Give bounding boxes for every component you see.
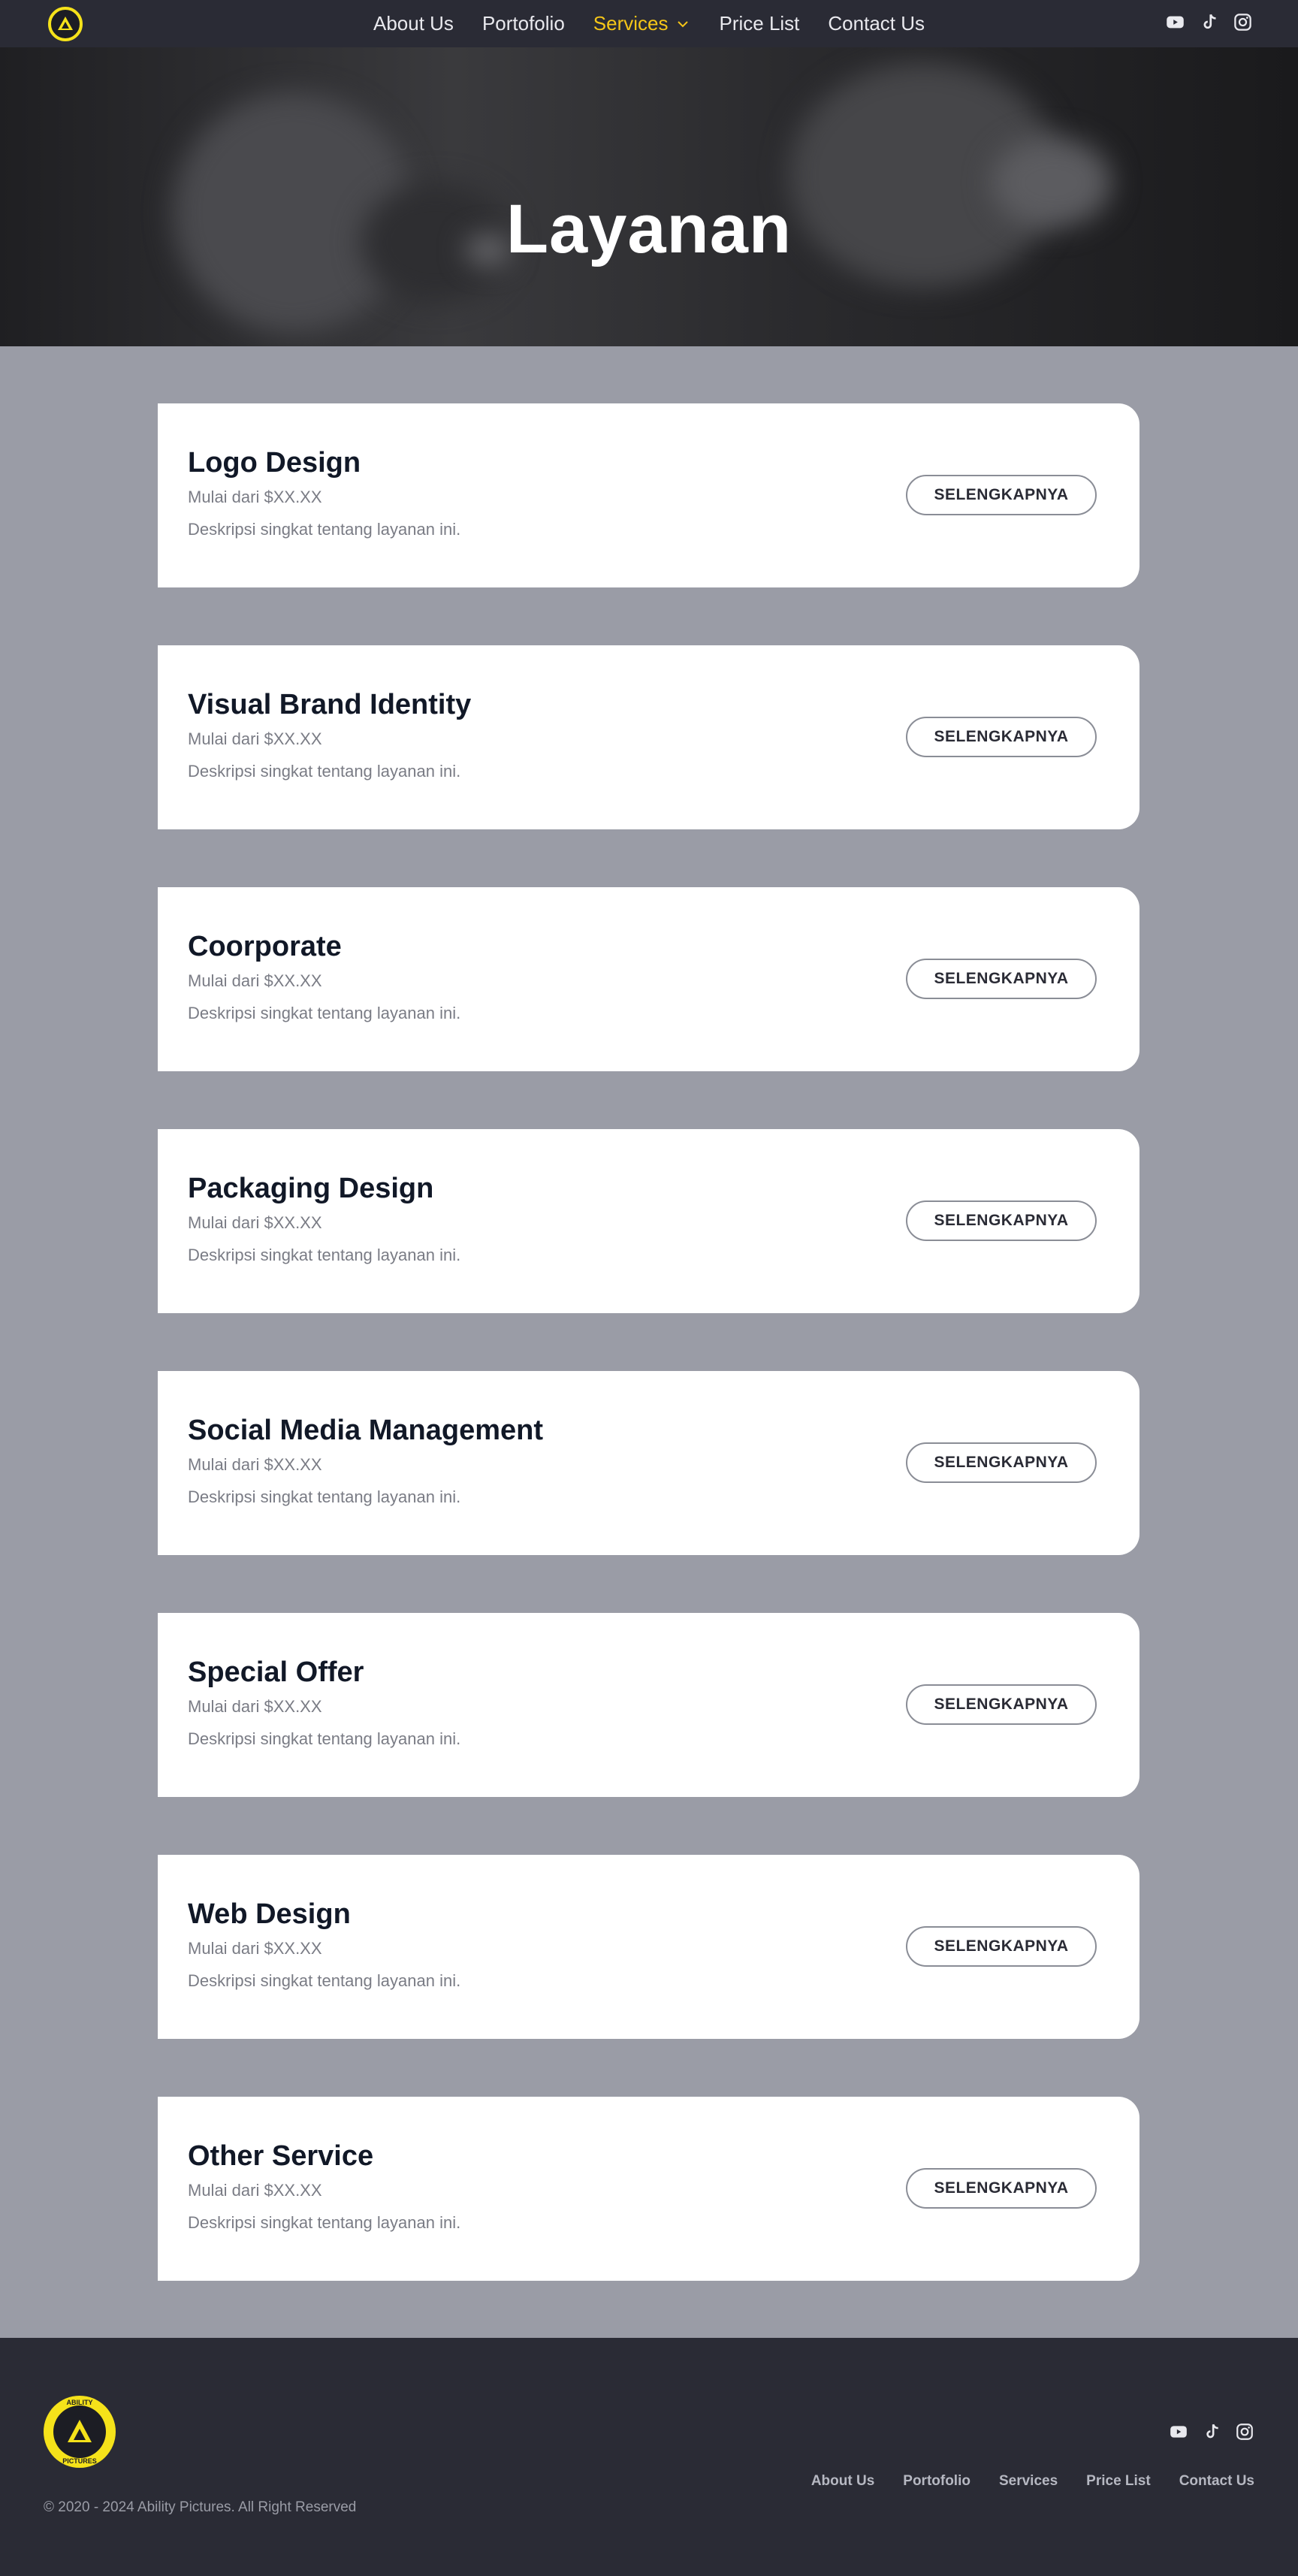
youtube-icon[interactable]: [1169, 2422, 1188, 2442]
service-price: Mulai dari $XX.XX: [188, 1939, 322, 1958]
service-description: Deskripsi singkat tentang layanan ini.: [188, 1487, 461, 1506]
brand-logo-icon: [68, 2420, 92, 2442]
main-nav: About Us Portofolio Services Price List …: [0, 0, 1298, 47]
service-description: Deskripsi singkat tentang layanan ini.: [188, 1729, 461, 1748]
nav-services[interactable]: Services: [593, 12, 691, 35]
service-description: Deskripsi singkat tentang layanan ini.: [188, 2213, 461, 2232]
service-card: Special Offer Mulai dari $XX.XX Deskrips…: [158, 1613, 1140, 1797]
service-card: Packaging Design Mulai dari $XX.XX Deskr…: [158, 1129, 1140, 1313]
footer-logo-mark: [53, 2405, 106, 2458]
service-price: Mulai dari $XX.XX: [188, 1697, 322, 1716]
footer-social-links: [1169, 2422, 1254, 2442]
nav-about-us[interactable]: About Us: [373, 12, 454, 35]
service-price: Mulai dari $XX.XX: [188, 729, 322, 748]
service-description: Deskripsi singkat tentang layanan ini.: [188, 1004, 461, 1022]
nav-services-label: Services: [593, 12, 669, 35]
learn-more-button[interactable]: SELENGKAPNYA: [906, 2168, 1097, 2209]
service-title: Social Media Management: [188, 1415, 544, 1446]
service-title: Packaging Design: [188, 1173, 434, 1204]
learn-more-button[interactable]: SELENGKAPNYA: [906, 1926, 1097, 1967]
chevron-down-icon: [678, 20, 689, 27]
service-description: Deskripsi singkat tentang layanan ini.: [188, 762, 461, 781]
service-price: Mulai dari $XX.XX: [188, 1213, 322, 1232]
nav-social-links: [1165, 12, 1253, 32]
footer-logo[interactable]: ABILITY PICTURES: [44, 2396, 116, 2468]
service-card: Visual Brand Identity Mulai dari $XX.XX …: [158, 645, 1140, 829]
service-title: Visual Brand Identity: [188, 689, 472, 720]
service-title: Web Design: [188, 1898, 351, 1930]
nav-contact-us-label: Contact Us: [828, 12, 925, 35]
service-card: Logo Design Mulai dari $XX.XX Deskripsi …: [158, 403, 1140, 587]
footer-link-portofolio[interactable]: Portofolio: [903, 2473, 970, 2490]
service-card: Web Design Mulai dari $XX.XX Deskripsi s…: [158, 1855, 1140, 2039]
footer-link-contact-us[interactable]: Contact Us: [1179, 2473, 1254, 2490]
service-price: Mulai dari $XX.XX: [188, 488, 322, 506]
services-list: Logo Design Mulai dari $XX.XX Deskripsi …: [0, 346, 1298, 2338]
footer-link-price-list[interactable]: Price List: [1086, 2473, 1151, 2490]
nav-price-list[interactable]: Price List: [719, 12, 799, 35]
footer-nav: About Us Portofolio Services Price List …: [811, 2473, 1254, 2490]
learn-more-button[interactable]: SELENGKAPNYA: [906, 959, 1097, 999]
learn-more-button[interactable]: SELENGKAPNYA: [906, 717, 1097, 757]
footer-link-services[interactable]: Services: [999, 2473, 1058, 2490]
instagram-icon[interactable]: [1233, 12, 1253, 32]
page-title: Layanan: [506, 191, 792, 267]
nav-contact-us[interactable]: Contact Us: [828, 12, 925, 35]
learn-more-button[interactable]: SELENGKAPNYA: [906, 475, 1097, 515]
service-card: Other Service Mulai dari $XX.XX Deskrips…: [158, 2097, 1140, 2281]
instagram-icon[interactable]: [1235, 2422, 1254, 2442]
service-card: Social Media Management Mulai dari $XX.X…: [158, 1371, 1140, 1555]
service-card: Coorporate Mulai dari $XX.XX Deskripsi s…: [158, 887, 1140, 1071]
nav-price-list-label: Price List: [719, 12, 800, 35]
nav-portofolio[interactable]: Portofolio: [482, 12, 565, 35]
service-description: Deskripsi singkat tentang layanan ini.: [188, 520, 461, 539]
service-title: Special Offer: [188, 1656, 364, 1688]
navbar: About Us Portofolio Services Price List …: [0, 0, 1298, 47]
hero-banner: Layanan: [0, 47, 1298, 346]
footer-logo-text-bottom: PICTURES: [62, 2457, 97, 2465]
service-price: Mulai dari $XX.XX: [188, 971, 322, 990]
service-title: Logo Design: [188, 447, 361, 479]
youtube-icon[interactable]: [1165, 12, 1185, 32]
service-title: Other Service: [188, 2140, 374, 2172]
footer: ABILITY PICTURES About Us Portofolio Ser…: [0, 2338, 1298, 2576]
learn-more-button[interactable]: SELENGKAPNYA: [906, 1442, 1097, 1483]
tiktok-icon[interactable]: [1202, 2422, 1221, 2442]
service-title: Coorporate: [188, 931, 342, 962]
nav-portofolio-label: Portofolio: [481, 12, 565, 35]
service-price: Mulai dari $XX.XX: [188, 1455, 322, 1474]
service-description: Deskripsi singkat tentang layanan ini.: [188, 1246, 461, 1264]
copyright-text: © 2020 - 2024 Ability Pictures. All Righ…: [44, 2499, 357, 2515]
learn-more-button[interactable]: SELENGKAPNYA: [906, 1200, 1097, 1241]
footer-link-about-us[interactable]: About Us: [811, 2473, 874, 2490]
service-price: Mulai dari $XX.XX: [188, 2181, 322, 2200]
tiktok-icon[interactable]: [1199, 12, 1219, 32]
footer-logo-text-top: ABILITY: [66, 2399, 93, 2406]
nav-about-us-label: About Us: [373, 12, 454, 35]
service-description: Deskripsi singkat tentang layanan ini.: [188, 1971, 461, 1990]
learn-more-button[interactable]: SELENGKAPNYA: [906, 1684, 1097, 1725]
